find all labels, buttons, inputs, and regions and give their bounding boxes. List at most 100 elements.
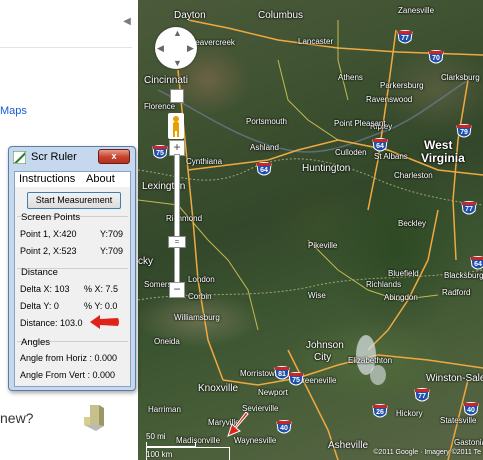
city-label: Bluefield — [388, 269, 419, 278]
city-label: Lancaster — [298, 37, 334, 46]
city-label: Abingdon — [384, 293, 418, 302]
city-label: Richlands — [366, 280, 402, 289]
state-label: Virginia — [421, 151, 465, 165]
zoom-slider-track[interactable] — [174, 154, 180, 286]
city-label: Asheville — [328, 440, 369, 451]
city-label: Blacksburg — [444, 271, 483, 280]
point2-x-value: Point 2, X:523 — [20, 246, 77, 256]
scr-ruler-window[interactable]: Scr Ruler x Instructions About Start Mea… — [8, 146, 136, 391]
menu-about[interactable]: About — [86, 173, 115, 185]
city-label: Dayton — [174, 10, 206, 21]
angle-from-horiz-value: Angle from Horiz : 0.000 — [20, 353, 118, 363]
red-arrow-annotation-icon — [227, 412, 249, 437]
city-label: Radford — [442, 288, 471, 297]
map-roads-layer — [138, 19, 483, 460]
city-label: Parkersburg — [380, 81, 424, 90]
street-view-pegman-icon[interactable] — [168, 113, 184, 139]
maps-link[interactable]: Maps — [0, 105, 27, 117]
pan-up-icon[interactable]: ▲ — [173, 29, 182, 38]
interstate-shield-icon: 77 — [397, 30, 413, 46]
interstate-shield-icon: 79 — [456, 124, 472, 140]
distance-title: Distance — [21, 267, 58, 278]
window-client-area: Instructions About Start Measurement Scr… — [14, 171, 131, 387]
pan-left-icon[interactable]: ◀ — [157, 44, 164, 53]
close-button[interactable]: x — [98, 149, 130, 164]
pan-down-icon[interactable]: ▼ — [173, 59, 182, 68]
city-label: Cynthiana — [186, 157, 223, 166]
zoom-slider-thumb[interactable]: = — [168, 236, 186, 248]
angle-from-vert-value: Angle From Vert : 0.000 — [20, 370, 116, 380]
city-label: Oneida — [154, 337, 180, 346]
city-label: Culloden — [335, 148, 367, 157]
scale-label: 50 mi — [146, 432, 166, 441]
city-label: Charleston — [394, 171, 433, 180]
percent-x-value: % X: 7.5 — [84, 284, 119, 294]
ruler-app-icon — [13, 151, 26, 164]
interstate-shield-icon: 77 — [461, 201, 477, 217]
interstate-shield-icon: 64 — [372, 138, 388, 154]
red-arrow-annotation-icon — [90, 315, 119, 329]
state-label: West — [424, 138, 453, 152]
city-label: Corbin — [188, 292, 212, 301]
reset-view-button[interactable] — [170, 89, 184, 103]
city-label: Gastonia — [454, 438, 483, 447]
map-view[interactable]: Dayton Columbus Zanesville Beavercreek L… — [138, 0, 483, 460]
promo-3d-icon — [84, 405, 104, 431]
city-label: Winston-Sale — [426, 373, 483, 384]
delta-x-value: Delta X: 103 — [20, 284, 70, 294]
window-titlebar[interactable]: Scr Ruler x — [9, 147, 135, 167]
interstate-shield-icon: 40 — [276, 420, 292, 436]
divider — [0, 47, 132, 48]
interstate-shield-icon: 81 — [274, 366, 290, 382]
city-label: Florence — [144, 102, 176, 111]
city-label: Pikeville — [308, 241, 338, 250]
collapse-panel-icon[interactable]: ◀ — [122, 16, 132, 28]
interstate-shield-icon: 75 — [152, 145, 168, 161]
city-label: Johnson — [306, 340, 344, 351]
interstate-shield-icon: 64 — [470, 256, 483, 272]
start-measurement-button[interactable]: Start Measurement — [27, 192, 121, 209]
pan-control[interactable]: ▲ ◀ ▶ ▼ — [155, 27, 197, 69]
menu-bar: Instructions About — [15, 172, 130, 187]
zoom-out-button[interactable]: − — [169, 282, 185, 298]
point1-x-value: Point 1, X:420 — [20, 229, 77, 239]
interstate-shield-icon: 64 — [256, 162, 272, 178]
scale-label-km: 100 km — [146, 450, 173, 459]
city-label: Knoxville — [198, 383, 239, 394]
city-label: Ravenswood — [366, 95, 413, 104]
city-label: Columbus — [258, 10, 304, 21]
distance-value: Distance: 103.0 — [20, 318, 83, 328]
city-label: Wise — [308, 291, 326, 300]
city-label: Cincinnati — [144, 75, 188, 86]
window-title: Scr Ruler — [31, 151, 77, 163]
city-label: Ashland — [250, 143, 279, 152]
pan-right-icon[interactable]: ▶ — [187, 44, 194, 53]
city-label: Athens — [338, 73, 363, 82]
interstate-shield-icon: 70 — [428, 50, 444, 66]
city-label: Williamsburg — [174, 313, 220, 322]
interstate-shield-icon: 77 — [414, 388, 430, 404]
delta-y-value: Delta Y: 0 — [20, 301, 59, 311]
menu-instructions[interactable]: Instructions — [19, 173, 75, 185]
city-label: cky — [138, 256, 153, 267]
map-copyright: ©2011 Google · Imagery ©2011 Te — [373, 449, 481, 456]
city-label: Portsmouth — [246, 117, 287, 126]
city-label: Richmond — [166, 214, 203, 223]
city-label: London — [188, 275, 215, 284]
angles-title: Angles — [21, 337, 51, 348]
city-label: Newport — [258, 388, 288, 397]
point2-y-value: Y:709 — [100, 246, 124, 256]
city-label: Harriman — [148, 405, 181, 414]
city-label: Zanesville — [398, 6, 435, 15]
percent-y-value: % Y: 0.0 — [84, 301, 118, 311]
interstate-shield-icon: 26 — [372, 404, 388, 420]
city-label: Hickory — [396, 409, 423, 418]
interstate-shield-icon: 75 — [288, 372, 304, 388]
city-label: Huntington — [302, 163, 351, 174]
point1-y-value: Y:709 — [100, 229, 124, 239]
city-label: Beckley — [398, 219, 427, 228]
city-label: Clarksburg — [441, 73, 480, 82]
city-label: City — [314, 352, 332, 363]
whats-new-text: new? — [0, 410, 34, 426]
screen-points-title: Screen Points — [21, 212, 81, 223]
